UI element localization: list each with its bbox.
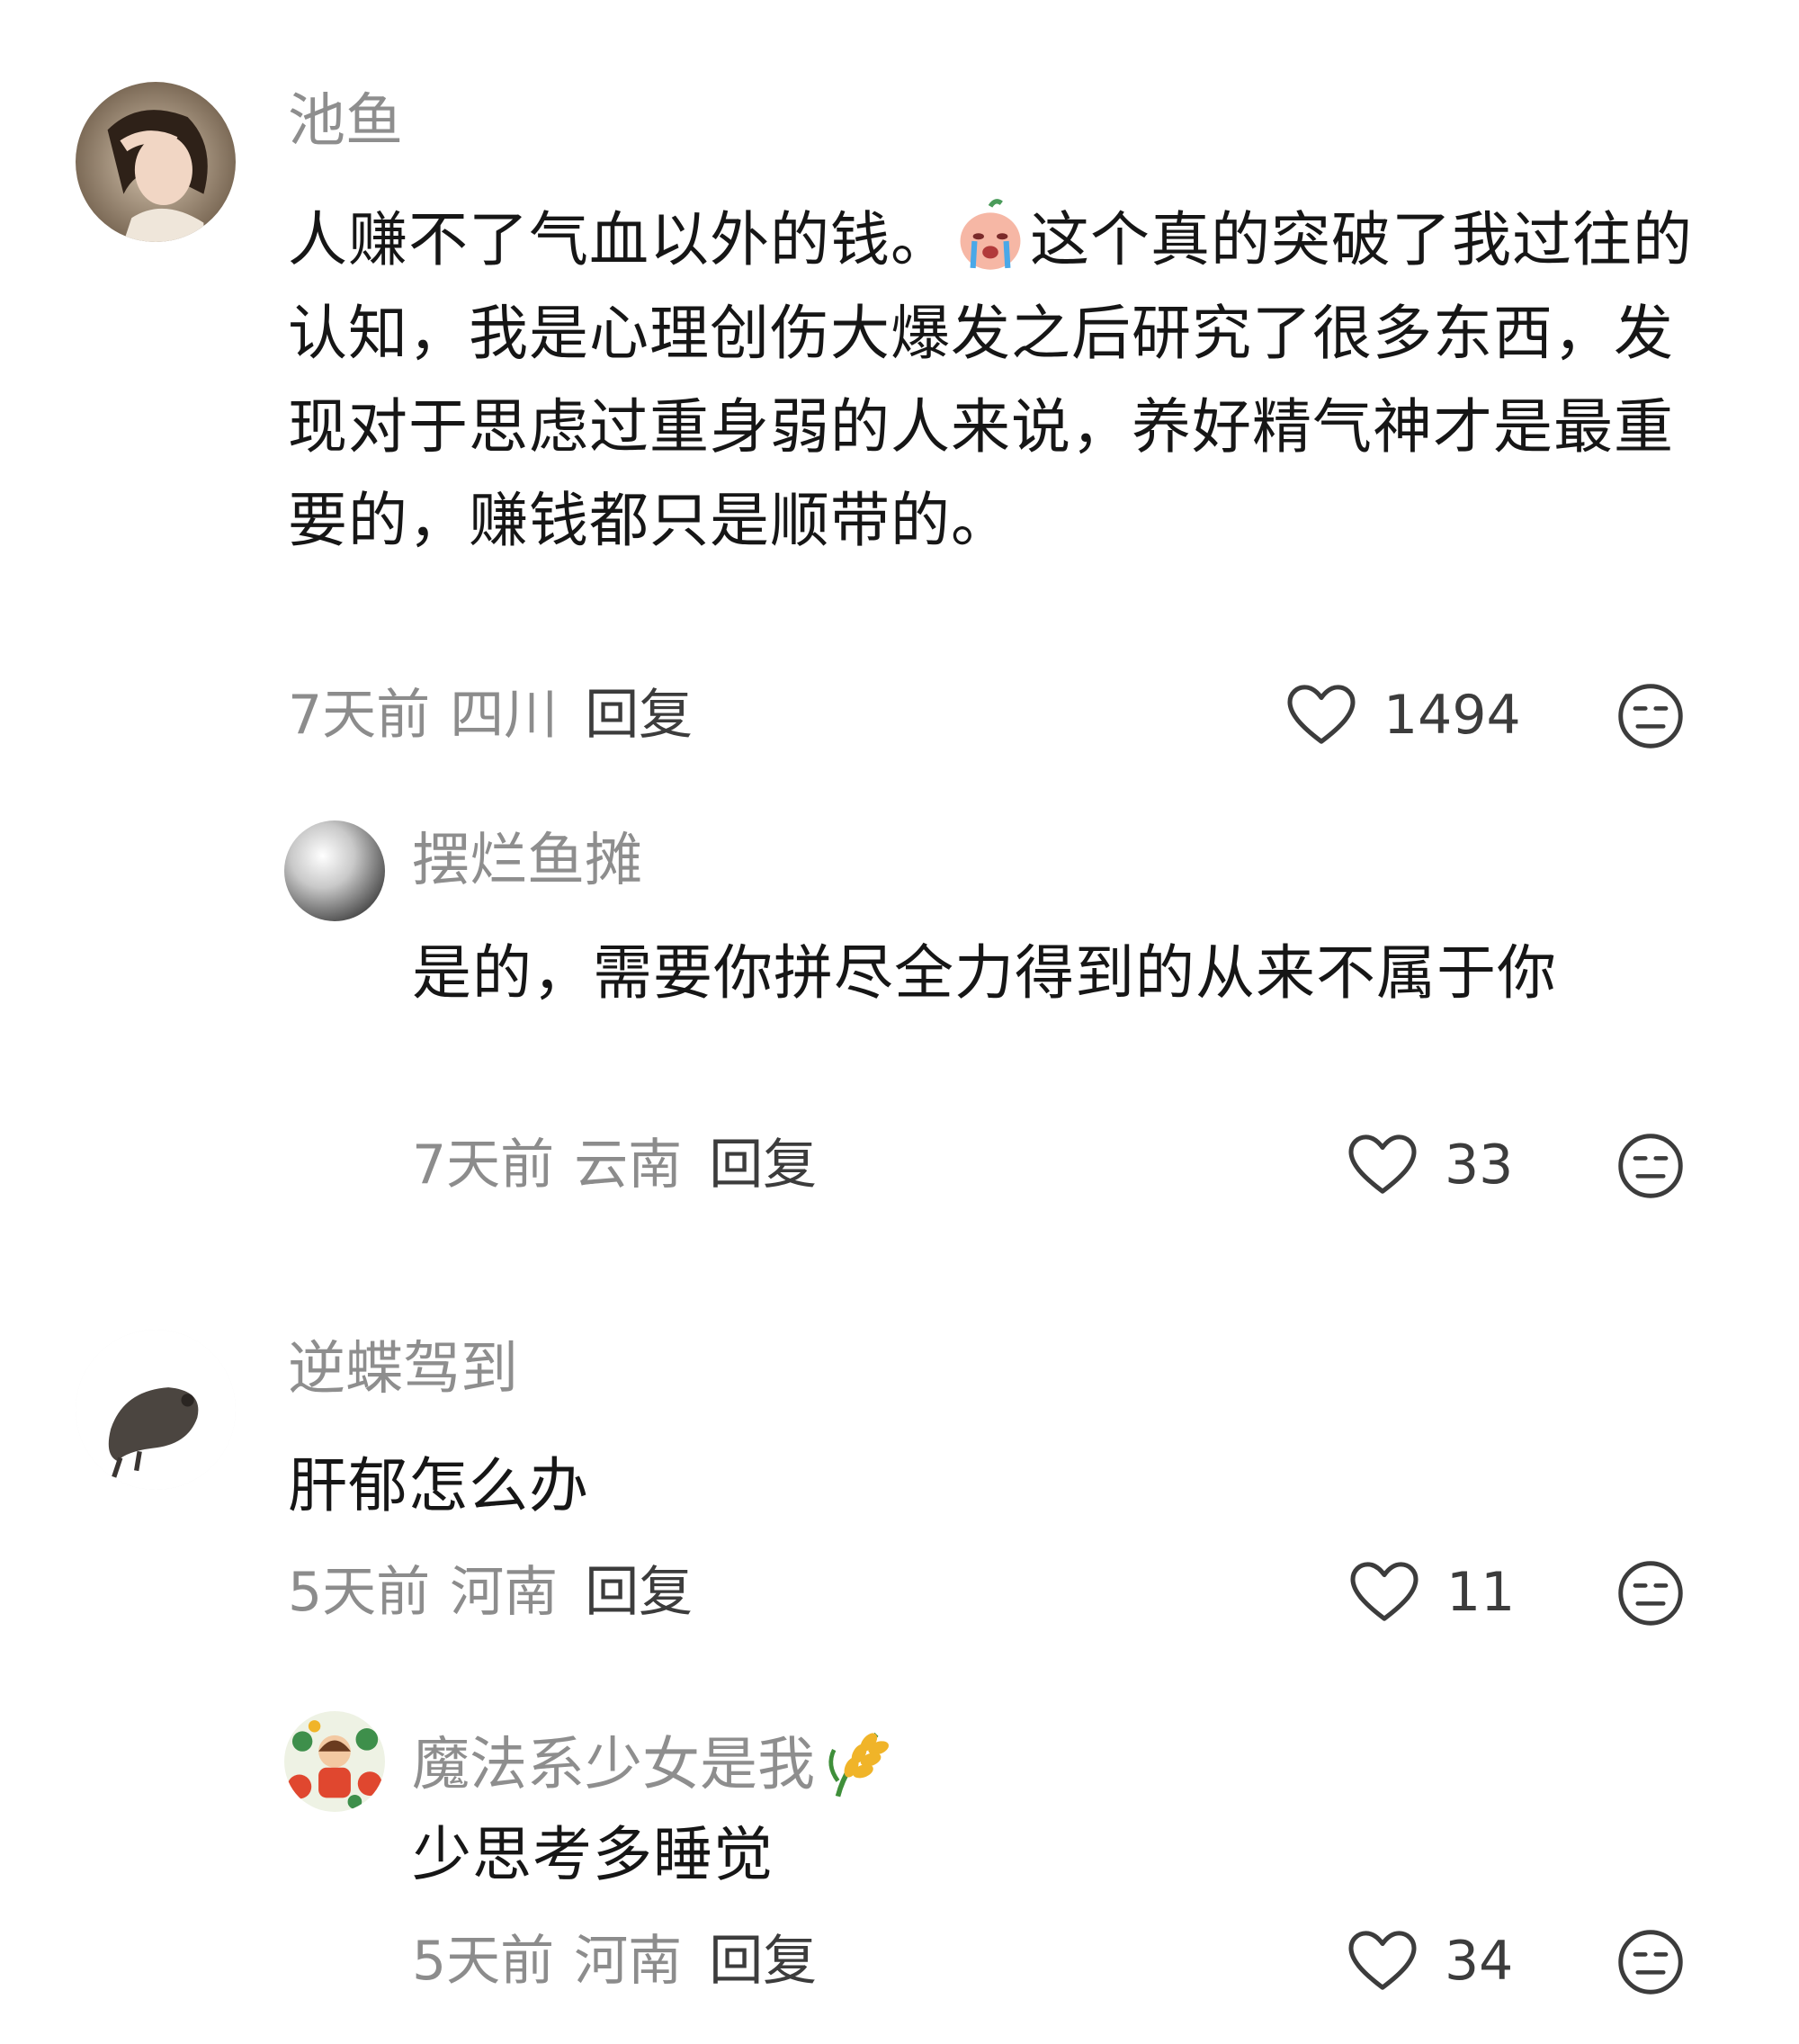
avatar[interactable] xyxy=(284,820,385,921)
unamused-face-icon xyxy=(1618,1134,1683,1198)
username[interactable]: 池鱼 xyxy=(288,93,403,150)
comment-text: 少思考多睡觉 xyxy=(412,1820,774,1889)
like-button[interactable]: 34 xyxy=(1347,1925,1513,1997)
like-button[interactable]: 11 xyxy=(1349,1556,1515,1628)
reply-button[interactable]: 回复 xyxy=(585,1561,693,1624)
comment-text-part: 人赚不了气血以外的钱。 xyxy=(288,205,951,274)
comment-list: 池鱼 人赚不了气血以外的钱。 这个真的突破了我过往的认知，我是心理创伤大爆发之后… xyxy=(0,0,1799,2044)
dislike-button[interactable] xyxy=(1616,682,1685,750)
like-count: 33 xyxy=(1445,1134,1514,1197)
heart-icon xyxy=(1350,1562,1419,1621)
like-button[interactable]: 1494 xyxy=(1286,679,1521,751)
dislike-button[interactable] xyxy=(1616,1132,1685,1200)
timestamp: 7天前 xyxy=(412,1134,555,1197)
comment-meta: 5天前 河南 回复 xyxy=(412,1934,817,1988)
avatar-cartoon-floral xyxy=(284,1711,385,1812)
username[interactable]: 魔法系少女是我 xyxy=(412,1723,896,1800)
heart-icon xyxy=(1348,1931,1417,1990)
dislike-button[interactable] xyxy=(1616,1928,1685,1996)
like-count: 1494 xyxy=(1383,684,1521,747)
reply-button[interactable]: 回复 xyxy=(709,1930,817,1993)
username[interactable]: 摆烂鱼摊 xyxy=(412,832,642,890)
comment-text: 人赚不了气血以外的钱。 这个真的突破了我过往的认知，我是心理创伤大爆发之后研究了… xyxy=(288,193,1709,568)
dislike-button[interactable] xyxy=(1616,1559,1685,1627)
like-count: 34 xyxy=(1445,1930,1514,1993)
crying-face-emoji xyxy=(960,199,1021,270)
heart-icon xyxy=(1287,685,1356,744)
avatar[interactable] xyxy=(284,1711,385,1812)
reply-button[interactable]: 回复 xyxy=(709,1134,817,1197)
timestamp: 7天前 xyxy=(288,684,431,747)
heart-icon xyxy=(1348,1134,1417,1194)
location: 四川 xyxy=(450,684,559,747)
avatar-animal xyxy=(76,1330,236,1490)
comment-meta: 7天前 四川 回复 xyxy=(288,688,693,742)
like-button[interactable]: 33 xyxy=(1347,1129,1513,1201)
wheat-icon xyxy=(828,1732,890,1797)
timestamp: 5天前 xyxy=(288,1561,431,1624)
username[interactable]: 逆蝶驾到 xyxy=(288,1340,518,1398)
comment-text: 肝郁怎么办 xyxy=(288,1451,589,1520)
username-text: 魔法系少女是我 xyxy=(412,1732,815,1798)
avatar-pearl xyxy=(284,820,385,921)
location: 河南 xyxy=(450,1561,559,1624)
avatar[interactable] xyxy=(76,1330,236,1490)
avatar[interactable] xyxy=(76,82,236,242)
location: 河南 xyxy=(574,1930,683,1993)
unamused-face-icon xyxy=(1618,1561,1683,1626)
unamused-face-icon xyxy=(1618,1930,1683,1995)
like-count: 11 xyxy=(1446,1561,1516,1624)
reply-button[interactable]: 回复 xyxy=(585,684,693,747)
location: 云南 xyxy=(574,1134,683,1197)
unamused-face-icon xyxy=(1618,684,1683,749)
comment-meta: 7天前 云南 回复 xyxy=(412,1138,817,1192)
comment-text: 是的，需要你拼尽全力得到的从来不属于你 xyxy=(412,938,1557,1008)
avatar-girl-photo xyxy=(76,82,236,242)
comment-meta: 5天前 河南 回复 xyxy=(288,1565,693,1619)
timestamp: 5天前 xyxy=(412,1930,555,1993)
